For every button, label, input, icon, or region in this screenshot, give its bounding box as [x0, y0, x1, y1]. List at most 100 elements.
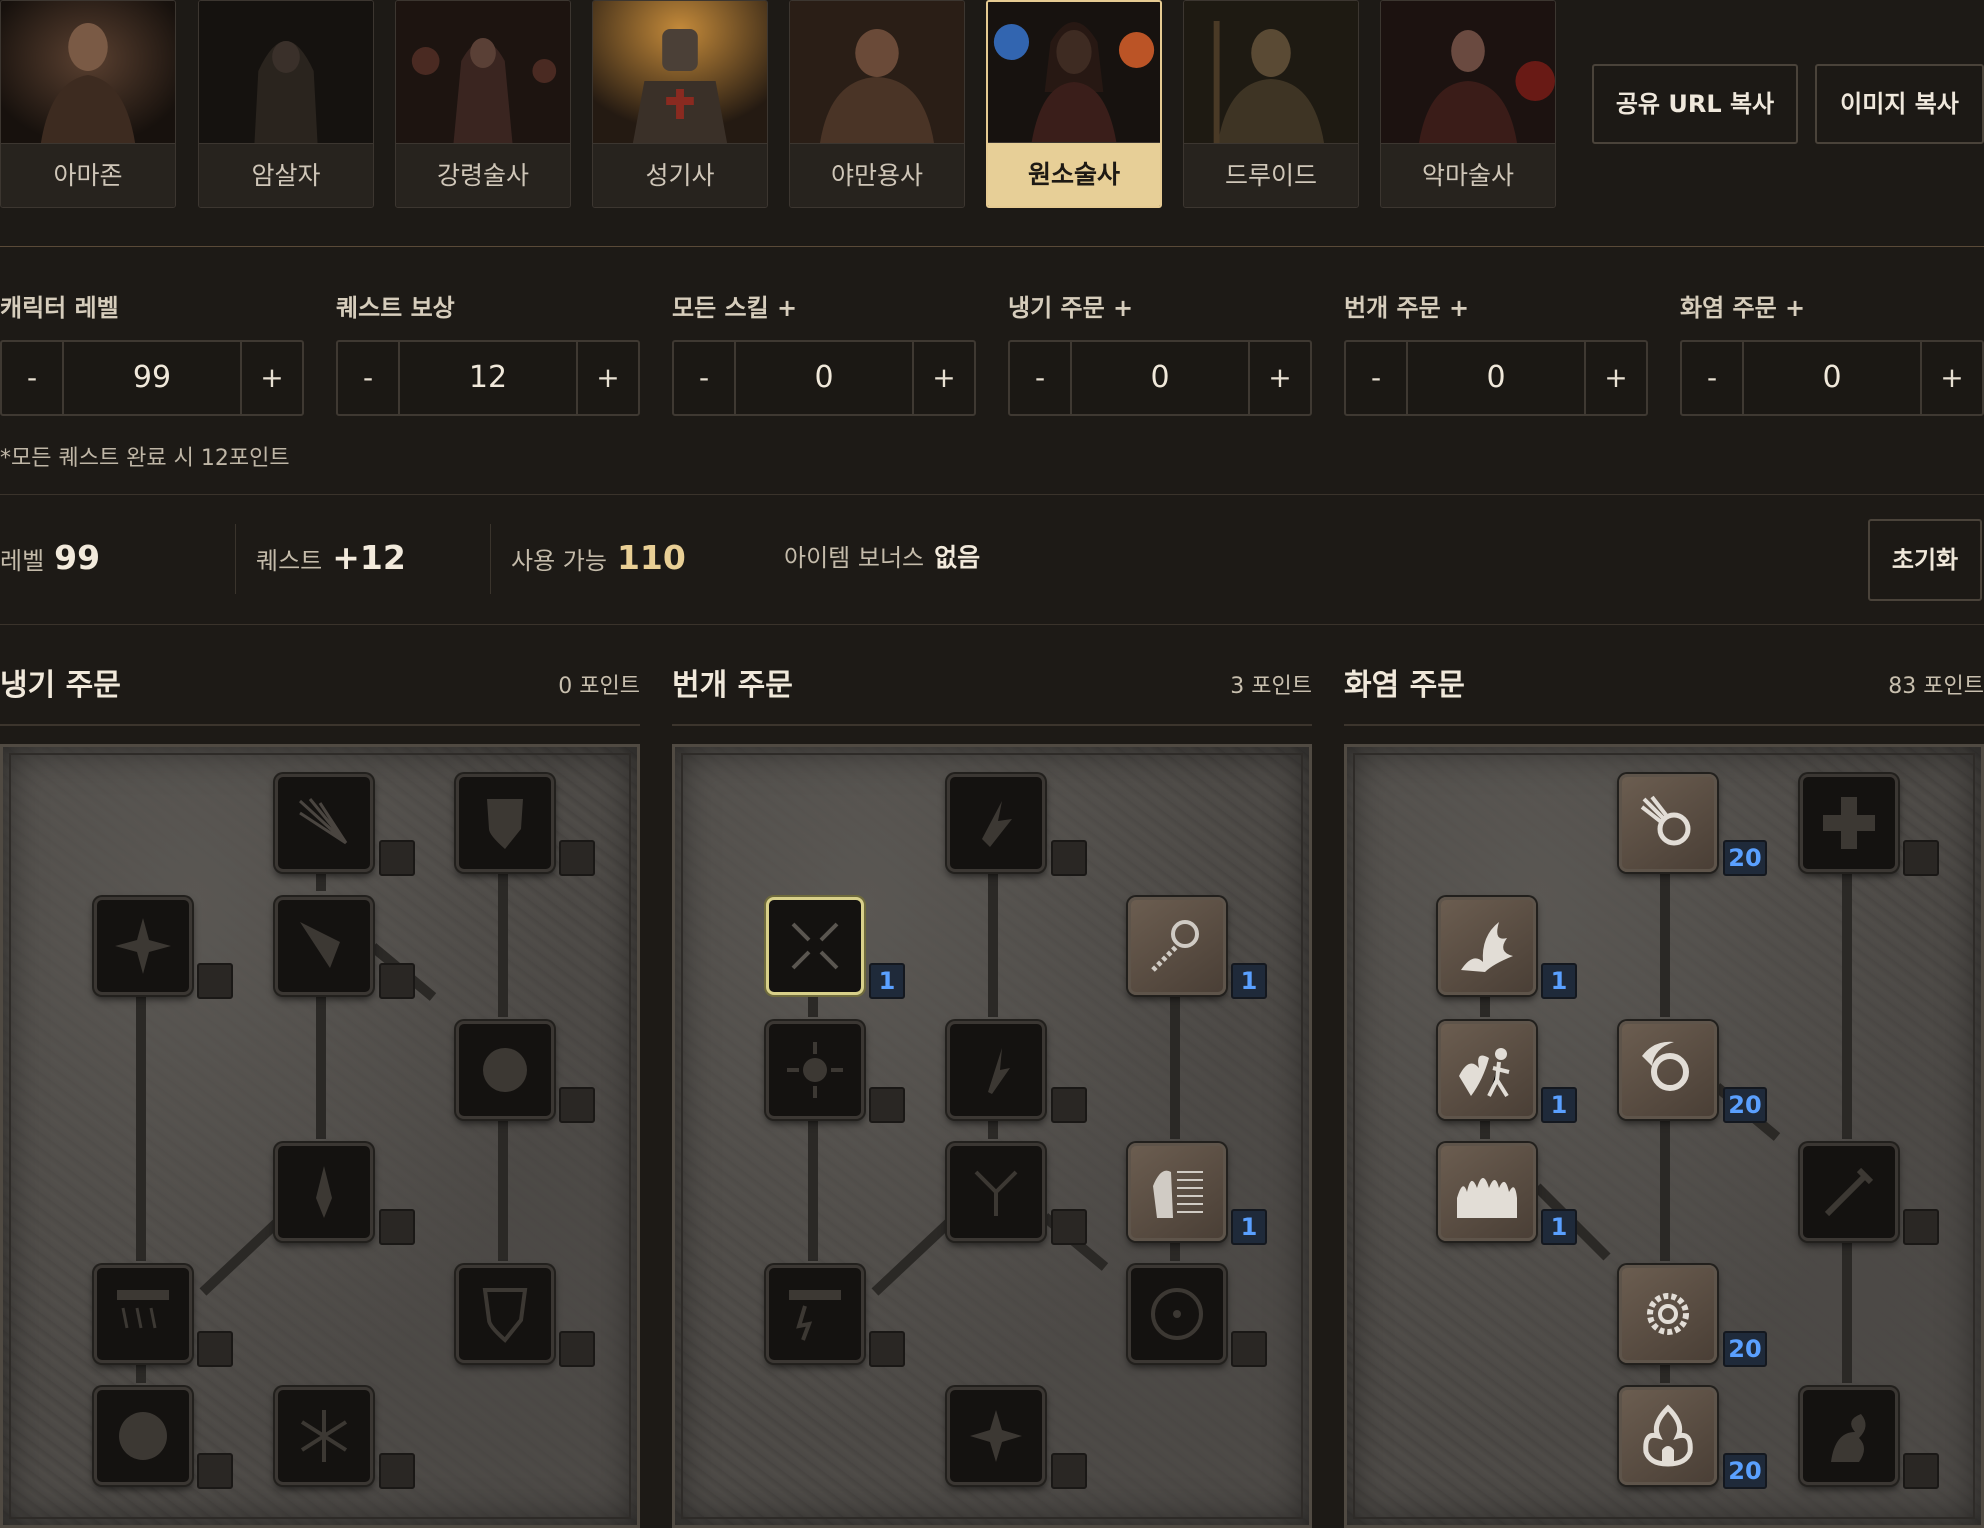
decrement-button[interactable]: -	[338, 342, 400, 414]
skill-points-badge: 20	[1723, 840, 1767, 876]
quest-label: 퀘스트	[256, 547, 323, 575]
static-field-icon	[791, 922, 839, 970]
skill-points-badge: 0	[379, 1209, 415, 1245]
class-card-paladin[interactable]: 성기사	[592, 0, 768, 208]
skill-slot[interactable]	[1128, 897, 1226, 995]
copy-share-url-button[interactable]: 공유 URL 복사	[1592, 64, 1798, 144]
fire-bolt-icon	[1640, 795, 1691, 846]
reset-button[interactable]: 초기화	[1868, 519, 1982, 601]
skill-slot[interactable]	[1619, 1387, 1717, 1485]
skill-points-badge: 0	[869, 1331, 905, 1367]
skill-slot[interactable]	[456, 774, 554, 872]
class-name: 아마존	[1, 143, 175, 207]
skill-slot[interactable]	[947, 1143, 1045, 1241]
skill-slot[interactable]	[947, 1021, 1045, 1119]
skill-points-badge: 0	[559, 840, 595, 876]
cold-tree-points: 0 포인트	[558, 674, 640, 699]
skill-slot[interactable]	[1438, 1021, 1536, 1119]
class-card-warlock[interactable]: 악마술사	[1380, 0, 1556, 208]
class-card-assassin[interactable]: 암살자	[198, 0, 374, 208]
class-card-amazon[interactable]: 아마존	[0, 0, 176, 208]
decrement-button[interactable]: -	[1010, 342, 1072, 414]
increment-button[interactable]: +	[1584, 342, 1646, 414]
section-divider	[0, 624, 1984, 625]
character-level-stepper: - +	[0, 340, 304, 416]
cold-skill-tree: 0 0 0 0 0 0 0 0 0 0	[0, 744, 640, 1528]
lightning-tree-points: 3 포인트	[1230, 674, 1312, 699]
skill-slot[interactable]	[1619, 1265, 1717, 1363]
increment-button[interactable]: +	[576, 342, 638, 414]
skill-points-badge: 1	[1541, 1209, 1577, 1245]
class-card-druid[interactable]: 드루이드	[1183, 0, 1359, 208]
class-card-necromancer[interactable]: 강령술사	[395, 0, 571, 208]
quest-reward-input[interactable]	[400, 342, 576, 414]
all-skills-input[interactable]	[736, 342, 912, 414]
skill-slot[interactable]	[1800, 1387, 1898, 1485]
skill-points-badge: 0	[379, 840, 415, 876]
cold-spells-input[interactable]	[1072, 342, 1248, 414]
skill-points-badge: 0	[1903, 840, 1939, 876]
increment-button[interactable]: +	[912, 342, 974, 414]
skill-slot[interactable]	[94, 897, 192, 995]
skill-points-badge: 0	[1903, 1453, 1939, 1489]
class-name: 강령술사	[396, 143, 570, 207]
skill-slot[interactable]	[275, 774, 373, 872]
skill-slot[interactable]	[766, 1021, 864, 1119]
fire-wall-icon	[1457, 1178, 1517, 1218]
item-bonus-summary: 아이템 보너스 없음	[784, 530, 980, 586]
skill-slot[interactable]	[456, 1021, 554, 1119]
skill-points-badge: 0	[559, 1087, 595, 1123]
skill-slot[interactable]	[94, 1387, 192, 1485]
skill-slot[interactable]	[1128, 1265, 1226, 1363]
increment-button[interactable]: +	[1920, 342, 1982, 414]
lightning-spells-stepper: - +	[1344, 340, 1648, 416]
skill-slot[interactable]	[766, 897, 864, 995]
increment-button[interactable]: +	[1248, 342, 1310, 414]
decrement-button[interactable]: -	[1346, 342, 1408, 414]
copy-image-button[interactable]: 이미지 복사	[1815, 64, 1984, 144]
telekinesis-icon	[1151, 920, 1199, 972]
fire-spells-input[interactable]	[1744, 342, 1920, 414]
skill-points-badge: 0	[197, 963, 233, 999]
class-card-sorceress[interactable]: 원소술사	[986, 0, 1162, 208]
character-level-label: 캐릭터 레벨	[0, 294, 119, 322]
skill-slot[interactable]	[456, 1265, 554, 1363]
cold-mastery-icon	[300, 1410, 348, 1462]
skill-slot[interactable]	[766, 1265, 864, 1363]
summary-separator	[490, 524, 491, 594]
skill-slot[interactable]	[947, 1387, 1045, 1485]
level-label: 레벨	[0, 547, 45, 575]
skill-slot[interactable]	[1619, 1021, 1717, 1119]
druid-portrait-icon	[1184, 1, 1358, 145]
class-card-barbarian[interactable]: 야만용사	[789, 0, 965, 208]
skill-points-badge: 0	[379, 1453, 415, 1489]
skill-slot[interactable]	[275, 1143, 373, 1241]
class-name: 드루이드	[1184, 143, 1358, 207]
decrement-button[interactable]: -	[2, 342, 64, 414]
skill-slot[interactable]	[1438, 1143, 1536, 1241]
skill-points-badge: 0	[1051, 840, 1087, 876]
character-level-input[interactable]	[64, 342, 240, 414]
fire-tree-title: 화염 주문	[1344, 668, 1465, 703]
quest-value: +12	[332, 538, 406, 577]
skill-slot[interactable]	[1619, 774, 1717, 872]
nova-icon	[787, 1042, 843, 1098]
skill-slot[interactable]	[1438, 897, 1536, 995]
lightning-spells-input[interactable]	[1408, 342, 1584, 414]
decrement-button[interactable]: -	[1682, 342, 1744, 414]
chain-lightning-icon	[974, 1170, 1018, 1216]
blaze-icon	[1459, 1048, 1510, 1098]
class-name: 야만용사	[790, 143, 964, 207]
shiver-armor-icon	[483, 1048, 527, 1092]
skill-slot[interactable]	[275, 1387, 373, 1485]
skill-slot[interactable]	[1800, 774, 1898, 872]
skill-points-badge: 1	[1231, 1209, 1267, 1245]
decrement-button[interactable]: -	[674, 342, 736, 414]
skill-slot[interactable]	[947, 774, 1045, 872]
skill-slot[interactable]	[275, 897, 373, 995]
skill-slot[interactable]	[1128, 1143, 1226, 1241]
skill-slot[interactable]	[94, 1265, 192, 1363]
skill-points-badge: 0	[1051, 1209, 1087, 1245]
increment-button[interactable]: +	[240, 342, 302, 414]
skill-slot[interactable]	[1800, 1143, 1898, 1241]
